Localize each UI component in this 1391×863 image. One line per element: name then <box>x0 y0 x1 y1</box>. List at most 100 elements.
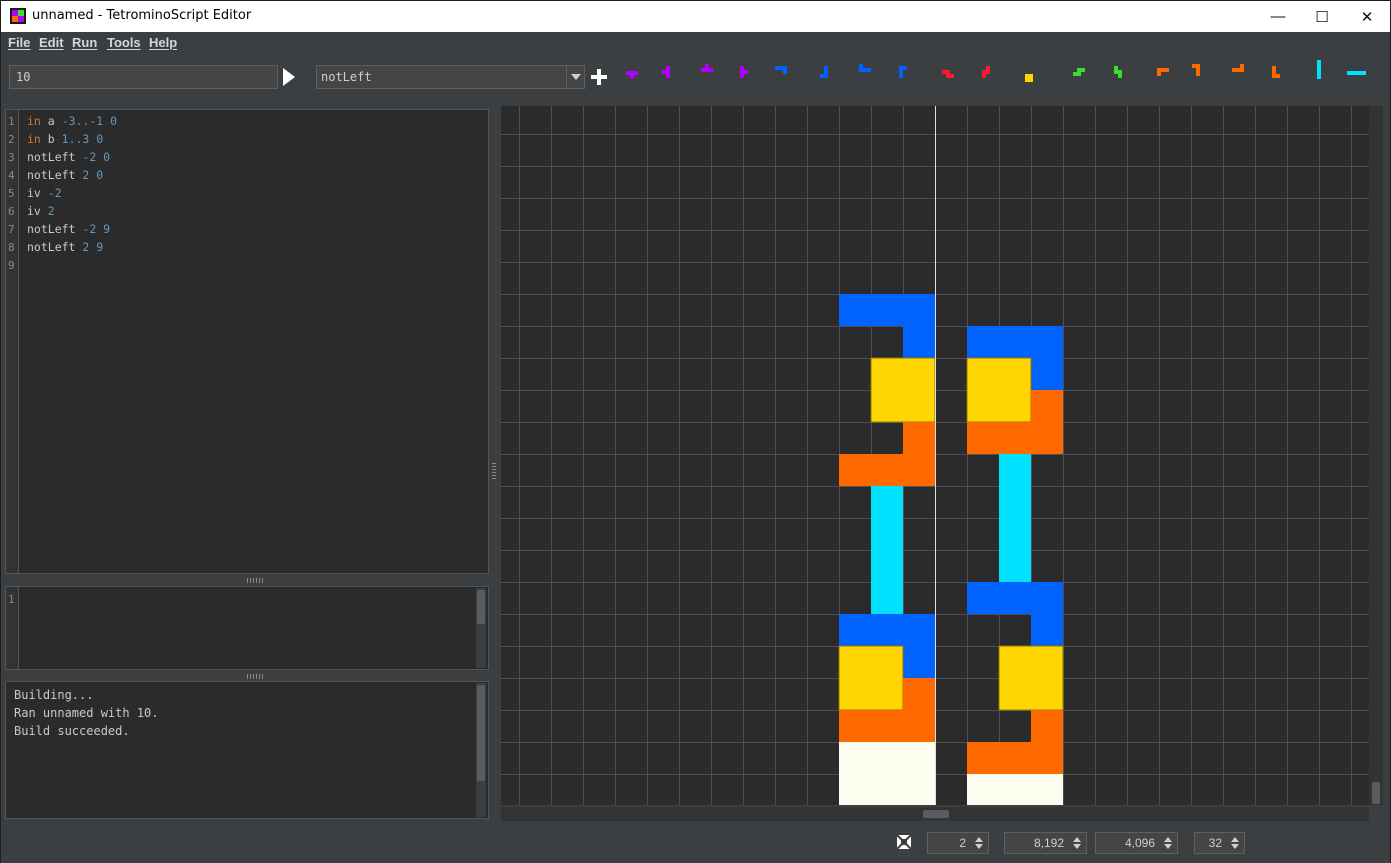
scrollbar-thumb[interactable] <box>477 590 485 624</box>
playfield-canvas[interactable] <box>501 106 1369 805</box>
tetromino-j-left-icon[interactable] <box>819 65 839 85</box>
app-icon <box>10 8 26 24</box>
tetromino-j-right-icon[interactable] <box>898 65 918 85</box>
spinner-arrows[interactable] <box>1226 833 1244 853</box>
tetromino-z-vertical-icon[interactable] <box>981 65 1001 85</box>
scrollbar-thumb[interactable] <box>477 685 485 781</box>
app-window: unnamed - TetrominoScript Editor — ☐ ✕ F… <box>0 0 1391 863</box>
tetromino-i-horizontal-icon[interactable] <box>1346 70 1366 90</box>
tetromino-l-right-icon[interactable] <box>1271 65 1291 85</box>
output-line: Ran unnamed with 10. <box>14 706 159 720</box>
run-button[interactable] <box>281 66 297 88</box>
height-spinner[interactable]: 4,096 <box>1095 832 1178 854</box>
playfield-horizontal-scrollbar[interactable] <box>501 807 1369 821</box>
spinner-arrows[interactable] <box>970 833 988 853</box>
menu-file[interactable]: File <box>8 35 30 50</box>
j-piece <box>1031 358 1063 390</box>
splitter-handle[interactable] <box>492 463 496 479</box>
code-token: 2 9 <box>82 240 104 254</box>
menu-help[interactable]: Help <box>149 35 177 50</box>
tetromino-l-up-icon[interactable] <box>1231 63 1251 83</box>
menu-tools[interactable]: Tools <box>107 35 141 50</box>
increment-icon[interactable] <box>975 837 983 842</box>
line-number: 8 <box>8 241 15 254</box>
j-piece <box>967 582 1063 614</box>
close-button[interactable]: ✕ <box>1344 1 1390 32</box>
title-bar: unnamed - TetrominoScript Editor — ☐ ✕ <box>1 1 1390 32</box>
tetromino-j-down-icon[interactable] <box>774 65 794 85</box>
scrollbar[interactable] <box>476 588 486 668</box>
frame-rate-spinner[interactable]: 32 <box>1194 832 1245 854</box>
tetromino-l-left-icon[interactable] <box>1191 63 1211 83</box>
line-number: 1 <box>8 593 15 606</box>
tetromino-o-icon[interactable] <box>1024 73 1044 93</box>
resize-handle[interactable] <box>247 674 263 679</box>
tetromino-l-down-icon[interactable] <box>1156 67 1176 87</box>
maximize-button[interactable]: ☐ <box>1299 1 1345 32</box>
menu-run[interactable]: Run <box>72 35 97 50</box>
code-token: notLeft <box>27 168 83 182</box>
decrement-icon[interactable] <box>1231 844 1239 849</box>
l-piece <box>1031 710 1063 742</box>
code-token: iv <box>27 204 48 218</box>
decrement-icon[interactable] <box>1164 844 1172 849</box>
o-piece <box>838 645 904 711</box>
output-console: Building... Ran unnamed with 10. Build s… <box>5 681 489 819</box>
tetromino-i-vertical-icon[interactable] <box>1316 59 1336 79</box>
increment-icon[interactable] <box>1231 837 1239 842</box>
scale-spinner[interactable]: 2 <box>927 832 989 854</box>
tetromino-t-up-icon[interactable] <box>700 63 720 83</box>
code-line: notLeft -2 0 <box>27 150 110 164</box>
reset-view-icon[interactable] <box>896 834 912 850</box>
i-piece <box>871 486 903 614</box>
l-piece <box>967 742 1063 774</box>
tetromino-t-left-icon[interactable] <box>661 65 681 85</box>
chevron-down-icon[interactable] <box>566 66 584 88</box>
code-token: 1..3 0 <box>61 132 104 146</box>
function-select[interactable]: notLeft <box>316 65 585 89</box>
tetromino-s-horizontal-icon[interactable] <box>1072 67 1092 87</box>
o-piece <box>870 357 936 423</box>
tetromino-t-down-icon[interactable] <box>625 70 645 90</box>
scrollbar-thumb[interactable] <box>923 810 949 818</box>
base-block <box>967 774 1063 805</box>
add-icon[interactable] <box>591 69 607 85</box>
code-line: notLeft 2 9 <box>27 240 103 254</box>
tetromino-t-right-icon[interactable] <box>739 65 759 85</box>
console-input[interactable]: 1 <box>5 586 489 670</box>
i-piece <box>999 454 1031 582</box>
toolbar: 10 notLeft <box>1 54 1390 104</box>
minimize-button[interactable]: — <box>1255 1 1301 32</box>
decrement-icon[interactable] <box>1073 844 1081 849</box>
line-number: 3 <box>8 151 15 164</box>
tetromino-j-up-icon[interactable] <box>858 63 878 83</box>
scrollbar[interactable] <box>476 683 486 817</box>
width-spinner[interactable]: 8,192 <box>1004 832 1087 854</box>
code-token: 2 0 <box>82 168 104 182</box>
window-title: unnamed - TetrominoScript Editor <box>32 8 252 23</box>
spinner-value: 8,192 <box>1033 836 1064 850</box>
spinner-value: 2 <box>959 836 966 850</box>
menu-edit[interactable]: Edit <box>39 35 64 50</box>
code-token: in <box>27 132 41 146</box>
tetromino-s-vertical-icon[interactable] <box>1113 65 1133 85</box>
scrollbar-thumb[interactable] <box>1372 782 1380 804</box>
line-number: 6 <box>8 205 15 218</box>
code-token: 2 <box>47 204 55 218</box>
o-piece <box>998 645 1064 711</box>
argument-input[interactable]: 10 <box>9 65 278 89</box>
l-piece <box>839 710 935 742</box>
increment-icon[interactable] <box>1164 837 1172 842</box>
resize-handle[interactable] <box>247 578 263 583</box>
code-editor[interactable]: 123456789 in a -3..-1 0 in b 1..3 0 notLef… <box>5 109 489 574</box>
j-piece <box>839 294 935 326</box>
l-piece <box>967 422 1063 454</box>
j-piece <box>967 326 1063 358</box>
decrement-icon[interactable] <box>975 844 983 849</box>
spinner-arrows[interactable] <box>1068 833 1086 853</box>
code-token: b <box>40 132 62 146</box>
increment-icon[interactable] <box>1073 837 1081 842</box>
tetromino-z-horizontal-icon[interactable] <box>941 69 961 89</box>
playfield-vertical-scrollbar[interactable] <box>1369 106 1383 805</box>
spinner-arrows[interactable] <box>1159 833 1177 853</box>
